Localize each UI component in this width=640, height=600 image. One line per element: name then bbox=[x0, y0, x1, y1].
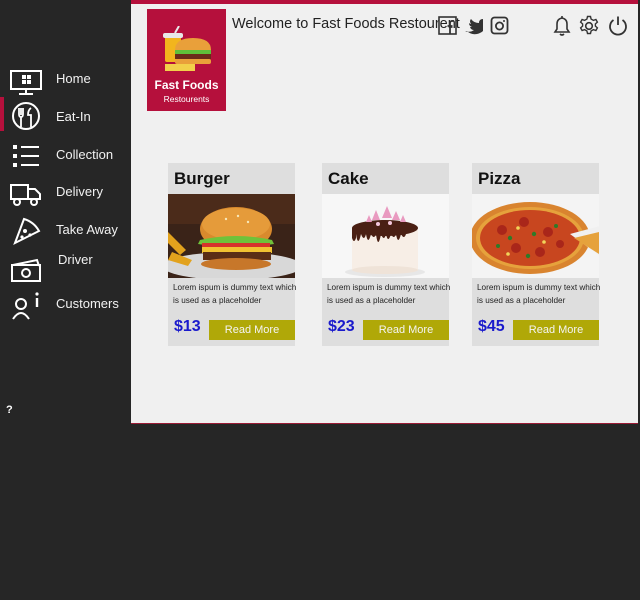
sidebar-item-collection[interactable]: Collection bbox=[0, 139, 131, 173]
sidebar-item-home[interactable]: Home bbox=[0, 64, 131, 98]
bell-icon[interactable] bbox=[551, 15, 573, 37]
sidebar-item-eat-in[interactable]: Eat-In bbox=[0, 97, 131, 133]
monitor-icon bbox=[10, 70, 42, 95]
product-price: $45 bbox=[478, 318, 505, 335]
pizza-image bbox=[472, 194, 599, 278]
money-icon bbox=[11, 258, 41, 282]
app-window: Home Eat-In Collection Delivery Take Awa… bbox=[0, 0, 640, 424]
sidebar-item-driver[interactable]: Driver bbox=[0, 252, 131, 286]
product-title: Cake bbox=[328, 169, 369, 188]
facebook-icon[interactable] bbox=[438, 16, 457, 35]
fast-food-icon bbox=[163, 26, 211, 71]
product-description: Lorem ispum is dummy text which is used … bbox=[477, 283, 601, 305]
product-description: Lorem ispum is dummy text which is used … bbox=[327, 283, 451, 305]
sidebar-item-customers[interactable]: Customers bbox=[0, 288, 131, 322]
brand-subtitle: Restourents bbox=[163, 94, 210, 104]
main-content: Fast Foods Restourents Welcome to Fast F… bbox=[131, 0, 638, 424]
product-title: Pizza bbox=[478, 169, 521, 188]
welcome-text: Welcome to Fast Foods Restourent bbox=[232, 16, 460, 32]
read-more-button[interactable]: Read More bbox=[363, 320, 449, 340]
sidebar-item-label: Driver bbox=[58, 252, 93, 267]
product-card-pizza: Pizza Lorem ispum is dummy text which is… bbox=[472, 163, 601, 346]
accent-bar bbox=[131, 0, 638, 4]
sidebar-item-label: Collection bbox=[56, 147, 114, 162]
gear-icon[interactable] bbox=[578, 15, 600, 37]
instagram-icon[interactable] bbox=[490, 16, 509, 35]
sidebar-item-label: Eat-In bbox=[56, 109, 91, 124]
burger-image bbox=[168, 194, 295, 278]
user-info-icon bbox=[12, 292, 39, 320]
product-card-burger: Burger Lorem ispum is dummy text which i… bbox=[168, 163, 297, 346]
cake-image bbox=[322, 194, 449, 278]
sidebar-item-label: Home bbox=[56, 71, 91, 86]
truck-icon bbox=[10, 184, 41, 206]
brand-logo: Fast Foods Restourents bbox=[147, 9, 226, 111]
sidebar-item-take-away[interactable]: Take Away bbox=[0, 214, 131, 248]
product-description: Lorem ispum is dummy text which is used … bbox=[173, 283, 297, 305]
sidebar-item-label: Delivery bbox=[56, 184, 103, 199]
brand-name: Fast Foods bbox=[154, 78, 219, 92]
pizza-slice-icon bbox=[13, 217, 41, 246]
power-icon[interactable] bbox=[607, 15, 629, 37]
sidebar-item-label: Take Away bbox=[56, 222, 118, 237]
fork-knife-icon bbox=[12, 102, 40, 130]
twitter-icon[interactable] bbox=[464, 16, 483, 35]
sidebar: Home Eat-In Collection Delivery Take Awa… bbox=[0, 0, 131, 423]
list-icon bbox=[13, 145, 39, 167]
product-title: Burger bbox=[174, 169, 230, 188]
product-price: $23 bbox=[328, 318, 355, 335]
product-price: $13 bbox=[174, 318, 201, 335]
read-more-button[interactable]: Read More bbox=[209, 320, 295, 340]
product-card-cake: Cake Lorem ispum is dummy text which is … bbox=[322, 163, 451, 346]
sidebar-item-label: Customers bbox=[56, 296, 119, 311]
read-more-button[interactable]: Read More bbox=[513, 320, 599, 340]
sidebar-item-delivery[interactable]: Delivery bbox=[0, 176, 131, 210]
help-button[interactable]: ? bbox=[6, 404, 13, 416]
